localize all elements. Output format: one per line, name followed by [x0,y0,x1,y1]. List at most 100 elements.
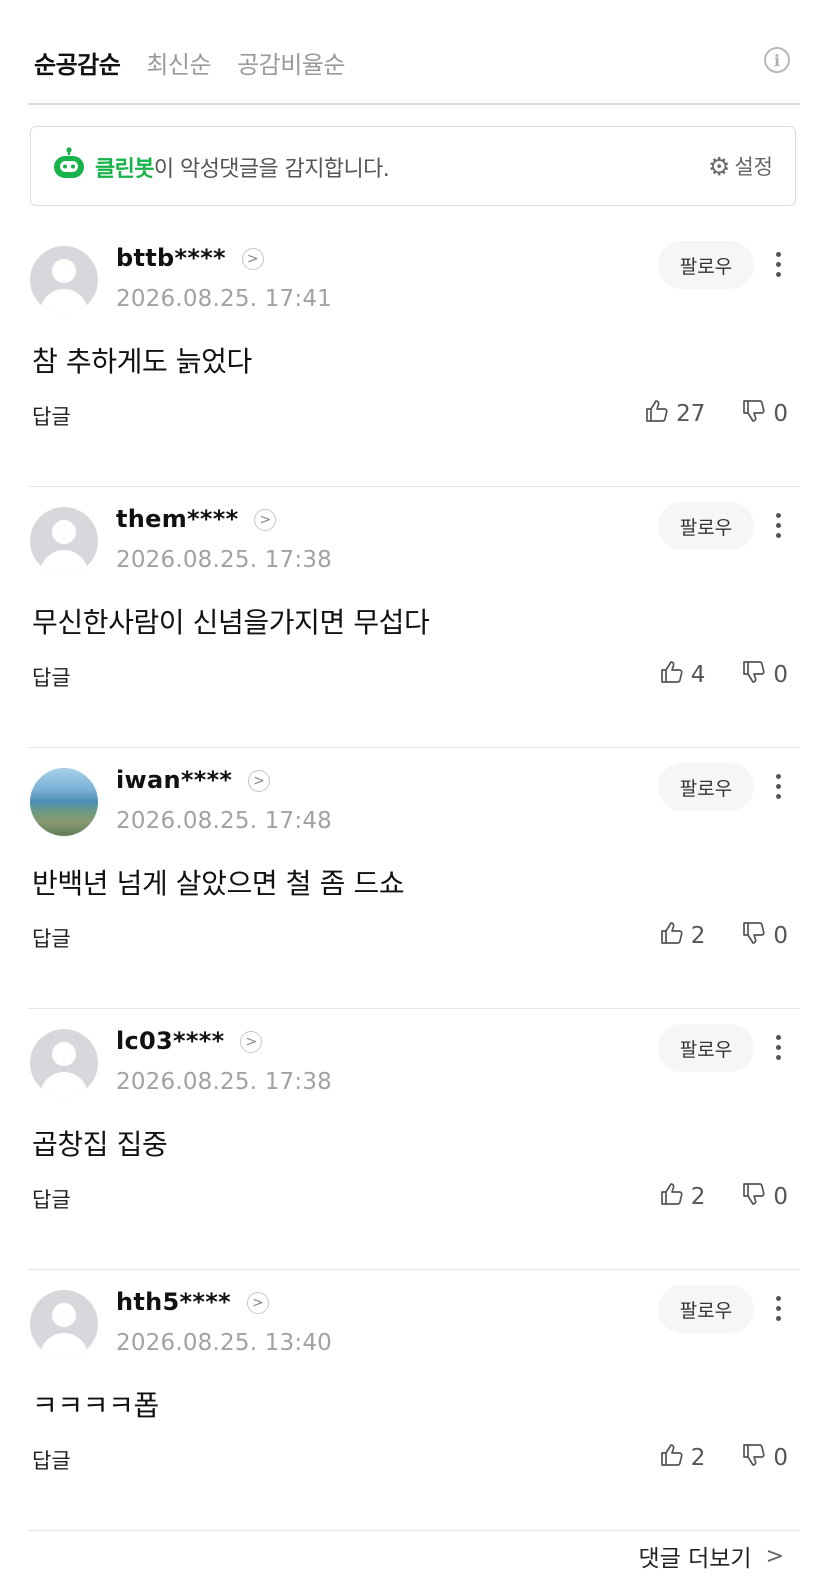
thumbs-up-icon [644,398,676,430]
comment-username-row: lc03**** > [116,1027,263,1055]
sort-tabs: 순공감순 최신순 공감비율순 i [34,42,794,82]
thumbs-up-icon [659,920,691,952]
comment-item: lc03**** >2026.08.25. 17:38 팔로우 곱창집 집중 답글 2 0 [0,1009,828,1270]
like-count: 2 [690,923,706,949]
dislike-button[interactable]: 0 [741,1442,788,1474]
tabs-divider [28,103,800,105]
chevron-right-circle-icon[interactable]: > [240,1031,263,1053]
thumbs-down-icon [741,659,773,691]
more-dot [775,774,781,779]
follow-button[interactable]: 팔로우 [658,1024,754,1072]
cleanbot-settings-button[interactable]: ⚙ 설정 [708,151,773,181]
cleanbot-message-text: 이 악성댓글을 감지합니다. [153,157,390,182]
tab-empathy-ratio[interactable]: 공감비율순 [237,45,345,80]
dislike-button[interactable]: 0 [741,398,788,430]
dislike-count: 0 [773,923,788,949]
chevron-right-circle-icon[interactable]: > [241,248,264,270]
avatar[interactable] [30,507,98,575]
more-dot [775,533,781,538]
cleanbot-name: 클린봇 [95,157,155,182]
comment-text: ㅋㅋㅋㅋ폽 [32,1389,159,1422]
dislike-button[interactable]: 0 [741,659,788,691]
follow-button[interactable]: 팔로우 [658,763,754,811]
dislike-count: 0 [773,1445,788,1471]
thumbs-down-icon [741,1181,773,1213]
avatar[interactable] [30,768,98,836]
more-options-icon[interactable] [770,770,786,806]
reaction-group: 20 [659,920,788,952]
thumbs-up-icon [659,1442,691,1474]
avatar-head-shape [52,520,76,544]
tab-latest[interactable]: 최신순 [146,45,211,80]
thumbs-down-icon [741,1442,773,1474]
more-dot [775,272,781,277]
comment-divider [28,1530,800,1531]
more-options-icon[interactable] [770,1031,786,1067]
reply-button[interactable]: 답글 [32,401,71,431]
reply-button[interactable]: 답글 [32,1445,71,1475]
follow-button[interactable]: 팔로우 [658,241,754,289]
comment-timestamp: 2026.08.25. 17:38 [116,547,332,573]
cleanbot-banner: 클린봇이 악성댓글을 감지합니다. ⚙ 설정 [30,126,796,206]
reply-button[interactable]: 답글 [32,662,71,692]
follow-button[interactable]: 팔로우 [658,502,754,550]
avatar[interactable] [30,246,98,314]
more-options-icon[interactable] [770,509,786,545]
dislike-count: 0 [773,662,788,688]
dislike-button[interactable]: 0 [741,920,788,952]
reply-button[interactable]: 답글 [32,923,71,953]
info-icon[interactable]: i [764,47,790,73]
dislike-button[interactable]: 0 [741,1181,788,1213]
like-count: 27 [676,401,706,427]
more-dot [775,1055,781,1060]
more-dot [775,784,781,789]
comment-text: 참 추하게도 늙었다 [32,345,252,378]
more-dot [775,513,781,518]
avatar[interactable] [30,1290,98,1358]
avatar[interactable] [30,1029,98,1097]
tab-recommended[interactable]: 순공감순 [34,45,121,80]
avatar-body-shape [40,289,88,314]
cleanbot-settings-label: 설정 [734,155,773,179]
more-dot [775,262,781,267]
chevron-right-circle-icon[interactable]: > [254,509,277,531]
reaction-group: 20 [659,1442,788,1474]
avatar-head-shape [52,259,76,283]
follow-button[interactable]: 팔로우 [658,1285,754,1333]
reply-button[interactable]: 답글 [32,1184,71,1214]
comment-item: hth5**** >2026.08.25. 13:40 팔로우 ㅋㅋㅋㅋ폽 답글 2 0 [0,1270,828,1531]
like-button[interactable]: 2 [659,1442,705,1474]
comment-username[interactable]: them**** [116,505,238,533]
comment-username-row: iwan**** > [116,766,271,794]
like-button[interactable]: 4 [659,659,705,691]
comment-username[interactable]: hth5**** [116,1288,231,1316]
comment-username[interactable]: iwan**** [116,766,232,794]
like-button[interactable]: 27 [644,398,705,430]
chevron-right-circle-icon[interactable]: > [248,770,271,792]
comment-username[interactable]: lc03**** [116,1027,224,1055]
comment-item: iwan**** >2026.08.25. 17:48 팔로우 반백년 넘게 살았으면… [0,748,828,1009]
more-comments-button[interactable]: 댓글 더보기 > [638,1539,784,1573]
like-button[interactable]: 2 [659,1181,705,1213]
more-dot [775,252,781,257]
like-button[interactable]: 2 [659,920,706,952]
avatar-head-shape [52,1303,76,1327]
more-options-icon[interactable] [770,248,786,284]
chevron-right-circle-icon[interactable]: > [246,1292,269,1314]
comment-item: them**** >2026.08.25. 17:38 팔로우 무신한사람이 신념을가… [0,487,828,748]
more-comments-label: 댓글 더보기 [638,1546,752,1572]
more-dot [775,1316,781,1321]
avatar-head-shape [52,1042,76,1066]
more-dot [775,794,781,799]
reaction-group: 27 0 [644,398,788,430]
comment-timestamp: 2026.08.25. 17:48 [116,808,332,834]
comment-text: 곱창집 집중 [32,1128,168,1161]
more-options-icon[interactable] [770,1292,786,1328]
thumbs-down-icon [741,920,773,952]
comment-text: 반백년 넘게 살았으면 철 좀 드쇼 [32,867,405,900]
cleanbot-robot-icon [54,147,84,178]
comment-username[interactable]: bttb**** [116,244,226,272]
more-dot [775,1296,781,1301]
comment-timestamp: 2026.08.25. 13:40 [116,1330,332,1356]
comment-item: bttb**** >2026.08.25. 17:41 팔로우 참 추하게도 늙었다 답… [0,226,828,487]
